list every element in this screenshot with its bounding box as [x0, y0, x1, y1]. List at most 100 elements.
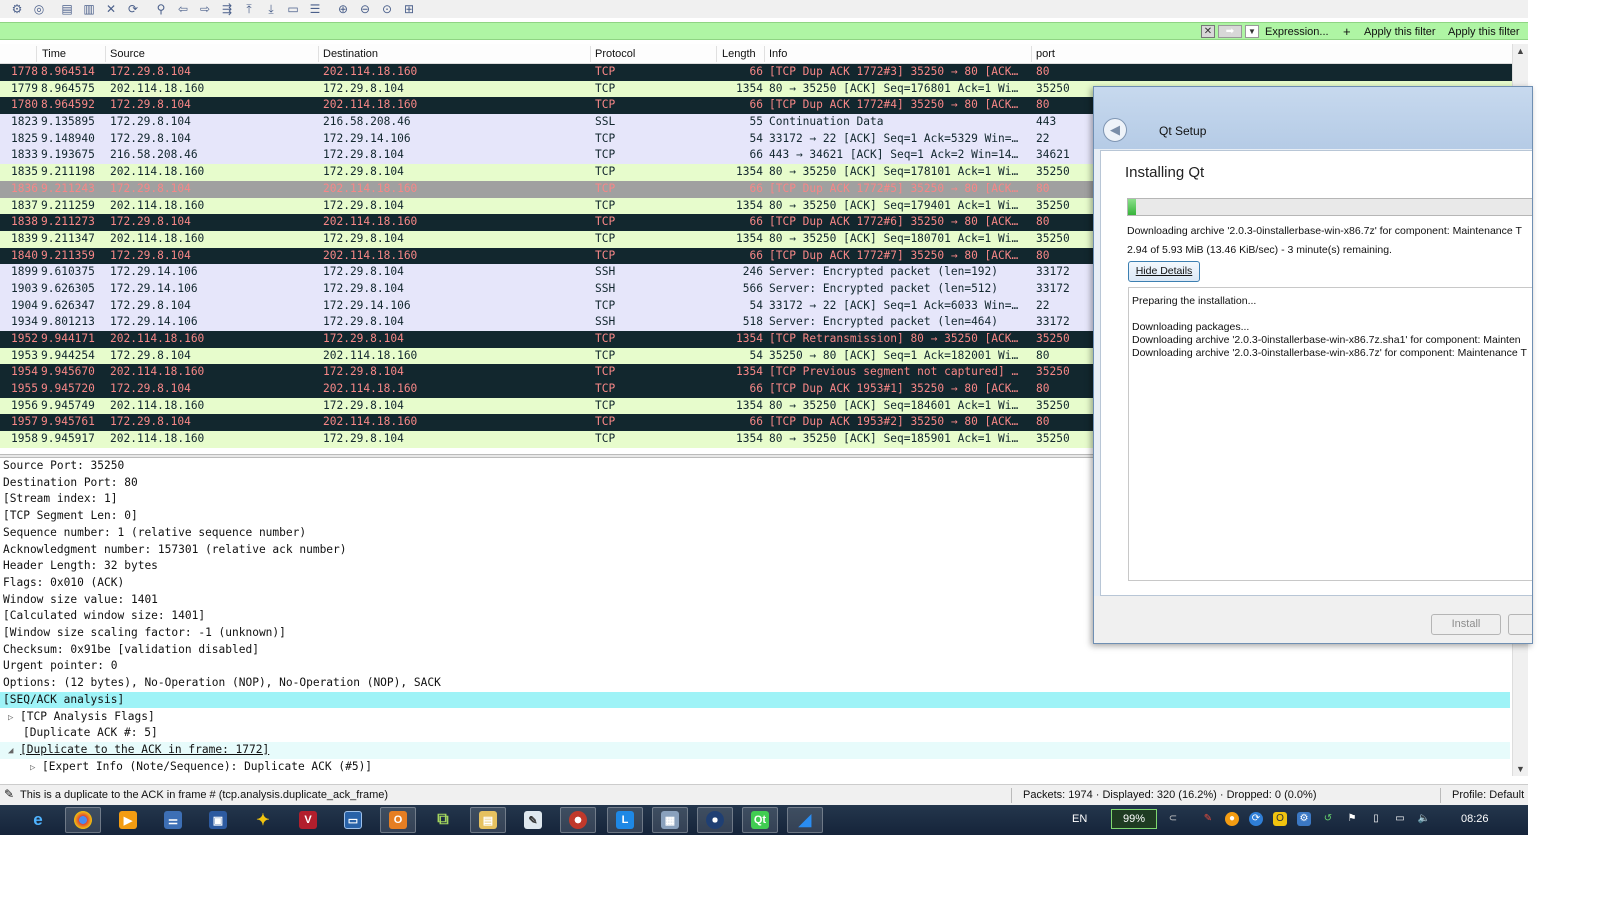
detail-line[interactable]: Sequence number: 1 (relative sequence nu…	[3, 525, 306, 542]
system-clock[interactable]: 08:26	[1461, 813, 1489, 825]
pdf-reader-icon[interactable]	[560, 807, 596, 833]
virtualbox-icon[interactable]: ⧉	[425, 807, 461, 833]
profile-selector[interactable]: Profile: Default	[1452, 789, 1524, 801]
detail-line[interactable]: ◢ [Duplicate to the ACK in frame: 1772]	[0, 741, 1510, 760]
column-divider[interactable]	[590, 46, 591, 62]
qt-setup-taskbar-icon[interactable]: Qt	[742, 807, 778, 833]
detail-line[interactable]: Checksum: 0x91be [validation disabled]	[3, 642, 259, 659]
apply-filter-button-2[interactable]: Apply this filter	[1448, 26, 1520, 38]
open-file-icon[interactable]: ▤	[56, 1, 78, 17]
detail-line[interactable]: Urgent pointer: 0	[3, 658, 118, 675]
first-packet-icon[interactable]: ⤒	[238, 1, 260, 17]
column-header-time[interactable]: Time	[42, 48, 66, 60]
detail-line[interactable]: Flags: 0x010 (ACK)	[3, 575, 124, 592]
package-manager-icon[interactable]: ✦	[245, 807, 281, 833]
detail-line[interactable]: [Stream index: 1]	[3, 491, 118, 508]
detail-line[interactable]: [Window size scaling factor: -1 (unknown…	[3, 625, 286, 642]
pen-tray-icon[interactable]: ✎	[1201, 812, 1215, 826]
add-filter-button-icon[interactable]: +	[1343, 24, 1351, 39]
document-app-icon[interactable]: L	[607, 807, 643, 833]
expanded-triangle-icon[interactable]: ◢	[8, 743, 20, 760]
column-header-destination[interactable]: Destination	[323, 48, 378, 60]
volume-tray-icon[interactable]: 🔈	[1417, 812, 1431, 826]
network-icon[interactable]: ⊂	[1166, 812, 1180, 826]
colorize-icon[interactable]: ☰	[304, 1, 326, 17]
column-header-source[interactable]: Source	[110, 48, 145, 60]
wireshark-taskbar-icon[interactable]: ◢	[787, 807, 823, 833]
internet-explorer-icon[interactable]: e	[20, 807, 56, 833]
hide-details-button[interactable]: Hide Details	[1128, 261, 1200, 282]
detail-line[interactable]: Options: (12 bytes), No-Operation (NOP),…	[3, 675, 441, 692]
capture-options-icon[interactable]: ⚙	[6, 1, 28, 17]
collapsed-triangle-icon[interactable]: ▷	[8, 710, 20, 727]
cancel-button-partial[interactable]	[1508, 614, 1532, 635]
detail-line[interactable]: Destination Port: 80	[3, 475, 138, 492]
collapsed-triangle-icon[interactable]: ▷	[30, 760, 42, 777]
network-tool-icon[interactable]: ⚌	[155, 807, 191, 833]
calculator-icon[interactable]: ▦	[652, 807, 688, 833]
column-header-port[interactable]: port	[1036, 48, 1055, 60]
scroll-down-icon[interactable]: ▼	[1516, 764, 1525, 774]
back-arrow-icon[interactable]: ◀	[1103, 118, 1127, 142]
save-file-icon[interactable]: ▥	[78, 1, 100, 17]
column-header-info[interactable]: Info	[769, 48, 787, 60]
terminal-icon[interactable]	[697, 807, 733, 833]
detail-line[interactable]: Window size value: 1401	[3, 592, 158, 609]
apply-filter-arrow-icon[interactable]: ➡	[1218, 25, 1242, 38]
flag-tray-icon[interactable]: ⚑	[1345, 812, 1359, 826]
column-divider[interactable]	[36, 46, 37, 62]
restart-capture-icon[interactable]: ◎	[28, 1, 50, 17]
detail-line[interactable]: [TCP Segment Len: 0]	[3, 508, 138, 525]
column-header-protocol[interactable]: Protocol	[595, 48, 635, 60]
detail-line[interactable]: Source Port: 35250	[3, 458, 124, 475]
detail-line[interactable]: [Calculated window size: 1401]	[3, 608, 205, 625]
refresh-tray-icon[interactable]: ↺	[1321, 812, 1335, 826]
column-divider[interactable]	[716, 46, 717, 62]
expression-button[interactable]: Expression...	[1265, 26, 1329, 38]
go-back-icon[interactable]: ⇦	[172, 1, 194, 17]
details-scrollbar[interactable]: ▼	[1512, 638, 1528, 776]
sync-tray-icon[interactable]: ⟳	[1249, 812, 1263, 826]
update-tray-icon[interactable]: ●	[1225, 812, 1239, 826]
office-tray-icon[interactable]: O	[1273, 812, 1287, 826]
media-player-icon[interactable]: ▶	[110, 807, 146, 833]
detail-line[interactable]: [SEQ/ACK analysis]	[0, 691, 1510, 709]
column-divider[interactable]	[318, 46, 319, 62]
detail-line[interactable]: Acknowledgment number: 157301 (relative …	[3, 542, 347, 559]
window-manager-icon[interactable]: ▭	[335, 807, 371, 833]
reload-file-icon[interactable]: ⟳	[122, 1, 144, 17]
notepad-icon[interactable]: ✎	[515, 807, 551, 833]
file-explorer-icon[interactable]: ▤	[470, 807, 506, 833]
column-divider[interactable]	[105, 46, 106, 62]
install-log[interactable]: Preparing the installation... Downloadin…	[1128, 287, 1532, 581]
column-divider[interactable]	[764, 46, 765, 62]
resize-columns-icon[interactable]: ⊞	[398, 1, 420, 17]
scroll-up-icon[interactable]: ▲	[1516, 46, 1525, 56]
last-packet-icon[interactable]: ⤓	[260, 1, 282, 17]
start-button-edge[interactable]	[0, 807, 8, 833]
clipboard-tray-icon[interactable]: ▯	[1369, 812, 1383, 826]
expert-info-icon[interactable]: ✎	[4, 787, 14, 801]
packet-row[interactable]: 1778 8.964514 172.29.8.104 202.114.18.160 TC…	[0, 64, 1512, 81]
find-packet-icon[interactable]: ⚲	[150, 1, 172, 17]
go-forward-icon[interactable]: ⇨	[194, 1, 216, 17]
close-file-icon[interactable]: ✕	[100, 1, 122, 17]
settings-tray-icon[interactable]: ⚙	[1297, 812, 1311, 826]
office-icon[interactable]: O	[380, 807, 416, 833]
zoom-out-icon[interactable]: ⊖	[354, 1, 376, 17]
column-divider[interactable]	[1031, 46, 1032, 62]
zoom-in-icon[interactable]: ⊕	[332, 1, 354, 17]
normal-size-icon[interactable]: ⊙	[376, 1, 398, 17]
column-header-length[interactable]: Length	[722, 48, 756, 60]
detail-line[interactable]: [Duplicate ACK #: 5]	[23, 725, 158, 742]
apply-filter-button-1[interactable]: Apply this filter	[1364, 26, 1436, 38]
autoscroll-icon[interactable]: ▭	[282, 1, 304, 17]
detail-line[interactable]: ▷ [TCP Analysis Flags]	[8, 709, 155, 726]
qt-setup-titlebar[interactable]: ◀ Qt Setup	[1094, 87, 1532, 149]
vs-code-icon[interactable]: V	[290, 807, 326, 833]
detail-line[interactable]: ▷ [Expert Info (Note/Sequence): Duplicate…	[30, 759, 372, 776]
language-indicator[interactable]: EN	[1072, 813, 1087, 825]
battery-indicator[interactable]: 99%	[1111, 809, 1157, 829]
go-to-packet-icon[interactable]: ⇶	[216, 1, 238, 17]
filter-history-dropdown-icon[interactable]: ▼	[1245, 25, 1259, 38]
